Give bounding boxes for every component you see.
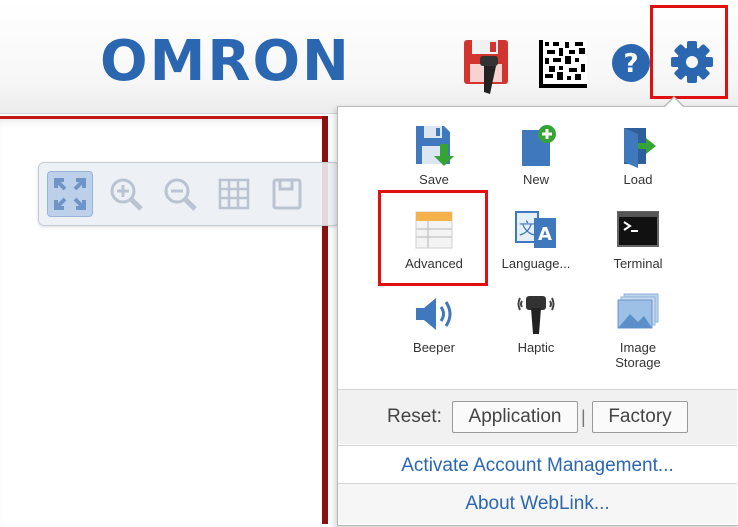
zoom-out-icon[interactable] — [157, 171, 203, 217]
omron-logo: OMRON — [100, 29, 351, 94]
terminal-icon — [617, 211, 659, 247]
language-icon: 文 A — [515, 211, 556, 248]
menu-item-image-storage[interactable]: Image Storage — [598, 292, 678, 370]
beeper-icon — [416, 298, 452, 330]
reset-label: Reset: — [387, 406, 442, 427]
menu-item-label: Load — [623, 172, 653, 187]
activate-account-management-link[interactable]: Activate Account Management... — [338, 446, 737, 486]
menu-item-label: Terminal — [613, 256, 663, 271]
image-storage-icon — [617, 293, 659, 329]
menu-item-label: Language... — [501, 256, 571, 271]
save-to-reader-icon[interactable] — [462, 38, 512, 96]
separator: | — [581, 407, 586, 427]
save-image-icon[interactable] — [265, 171, 311, 217]
barcode-icon[interactable] — [539, 40, 587, 88]
svg-text:A: A — [538, 224, 552, 245]
menu-item-label: Haptic — [517, 340, 555, 355]
menu-item-label: Save — [419, 172, 449, 187]
help-icon[interactable]: ? — [610, 42, 652, 84]
svg-text:?: ? — [623, 49, 638, 79]
menu-item-label: New — [522, 172, 549, 187]
reset-factory-button[interactable]: Factory — [592, 401, 688, 433]
about-weblink-link[interactable]: About WebLink... — [338, 484, 737, 524]
save-icon — [416, 126, 454, 166]
menu-item-save[interactable]: Save — [394, 124, 474, 187]
menu-item-load[interactable]: Load — [598, 124, 678, 187]
menu-item-new[interactable]: New — [496, 124, 576, 187]
grid-icon[interactable] — [211, 171, 257, 217]
menu-item-haptic[interactable]: Haptic — [496, 292, 576, 355]
new-icon — [522, 125, 556, 166]
menu-item-language[interactable]: 文 A Language... — [496, 208, 576, 271]
menu-item-beeper[interactable]: Beeper — [394, 292, 474, 355]
svg-text:文: 文 — [519, 219, 535, 238]
fit-to-window-icon[interactable] — [47, 171, 93, 217]
app-header: OMRON ? — [0, 0, 738, 114]
zoom-toolbar — [38, 162, 340, 226]
menu-item-label: Beeper — [413, 340, 455, 355]
load-icon — [624, 128, 656, 168]
reset-application-button[interactable]: Application — [452, 401, 578, 433]
menu-item-label: Image Storage — [615, 340, 661, 370]
haptic-icon — [517, 296, 555, 334]
menu-item-terminal[interactable]: Terminal — [598, 208, 678, 271]
gear-highlight-box — [650, 5, 728, 99]
advanced-highlight-box — [378, 190, 488, 286]
zoom-in-icon[interactable] — [103, 171, 149, 217]
